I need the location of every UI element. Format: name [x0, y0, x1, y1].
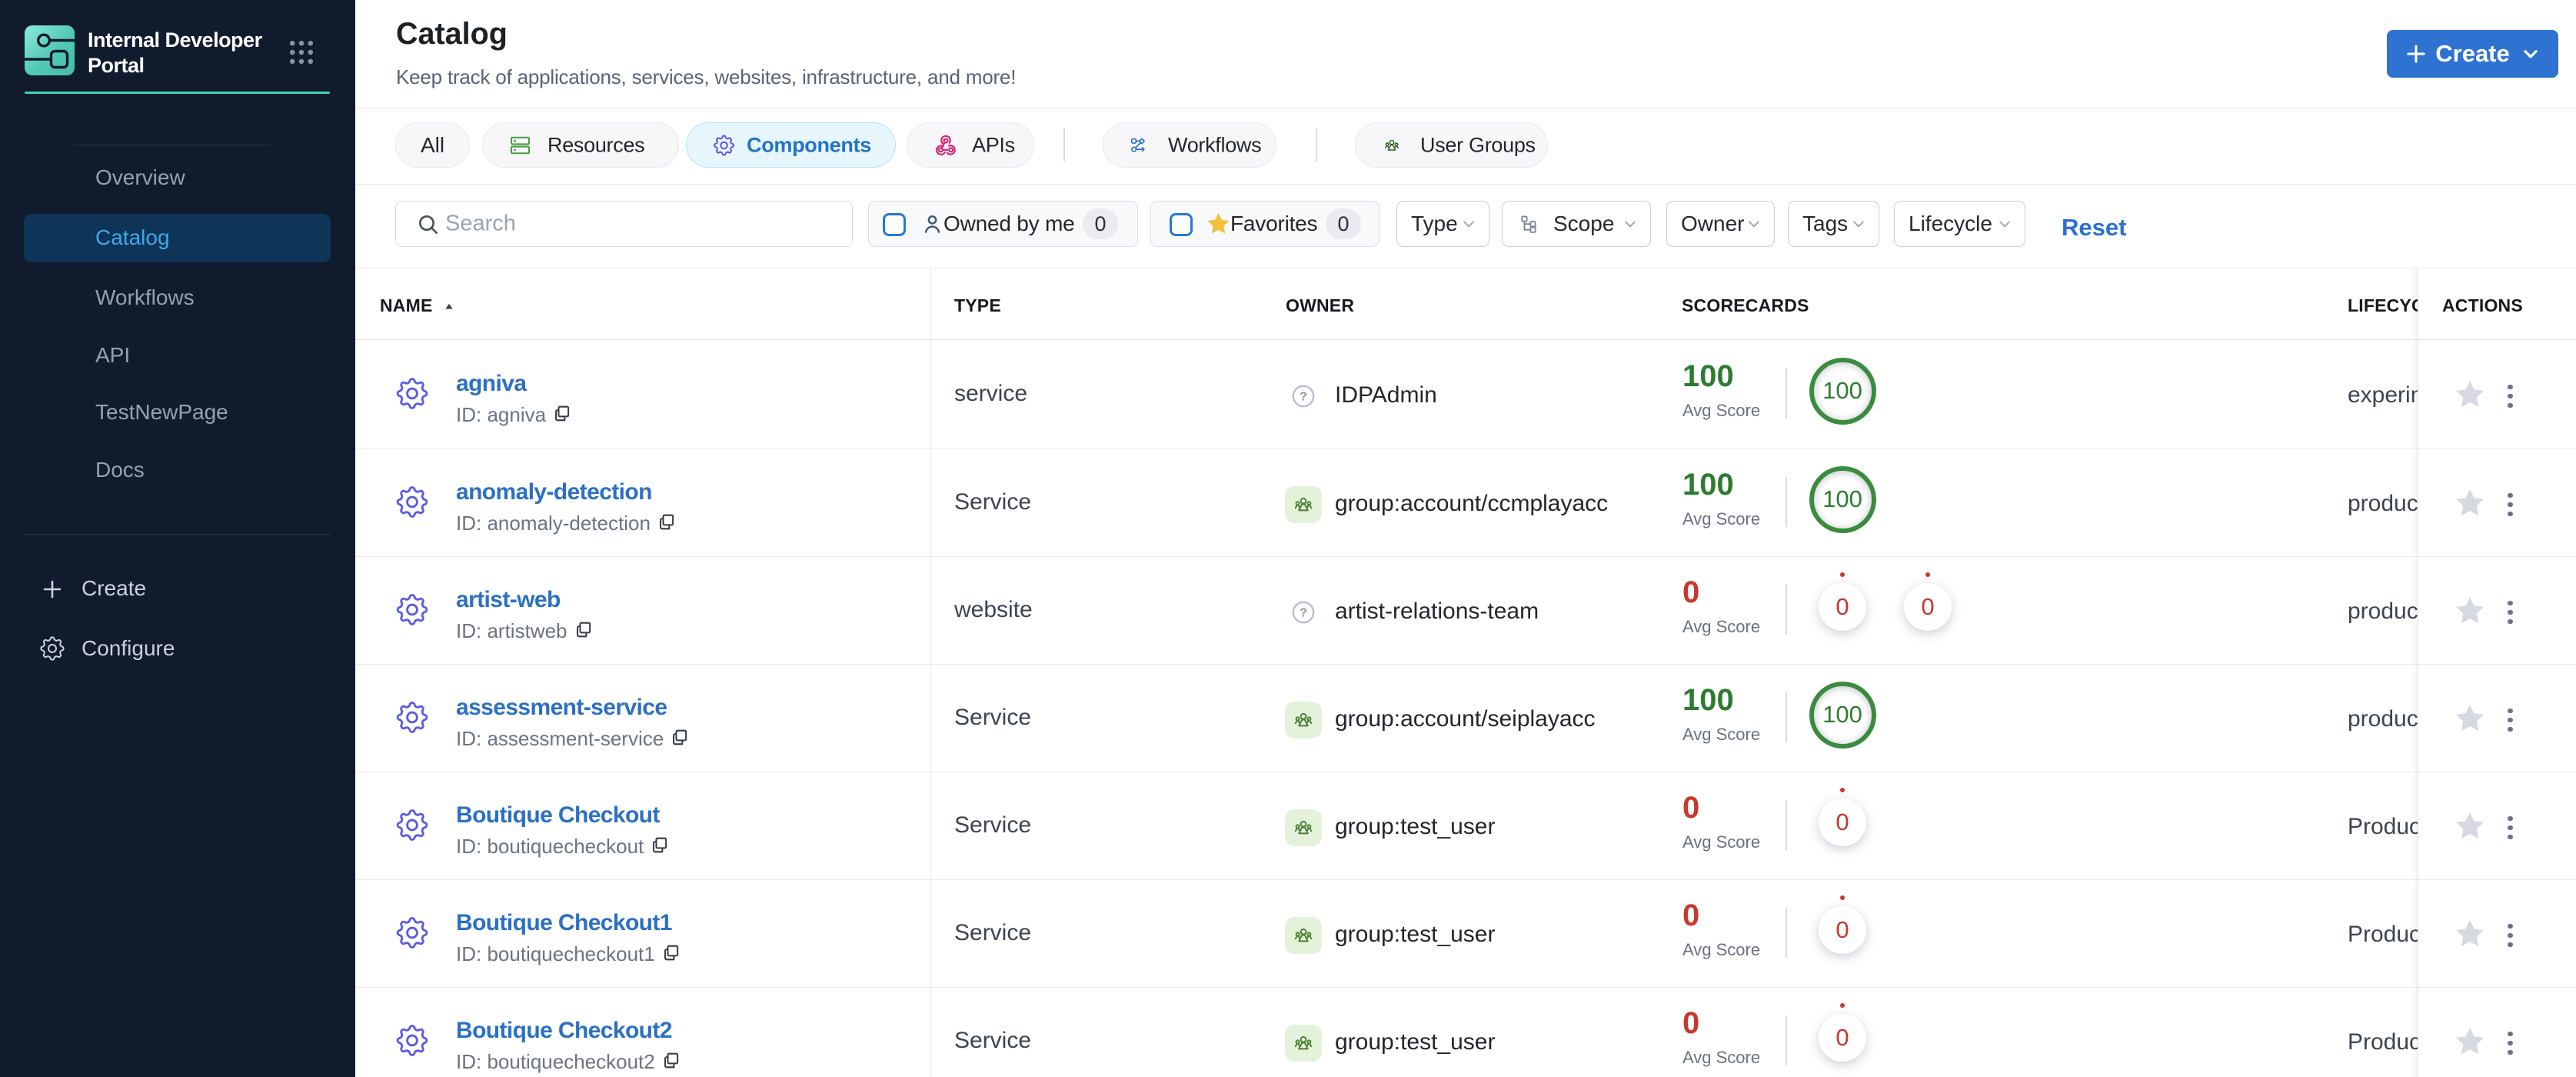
- svg-text:?: ?: [1300, 607, 1307, 620]
- svg-text:?: ?: [1300, 391, 1307, 404]
